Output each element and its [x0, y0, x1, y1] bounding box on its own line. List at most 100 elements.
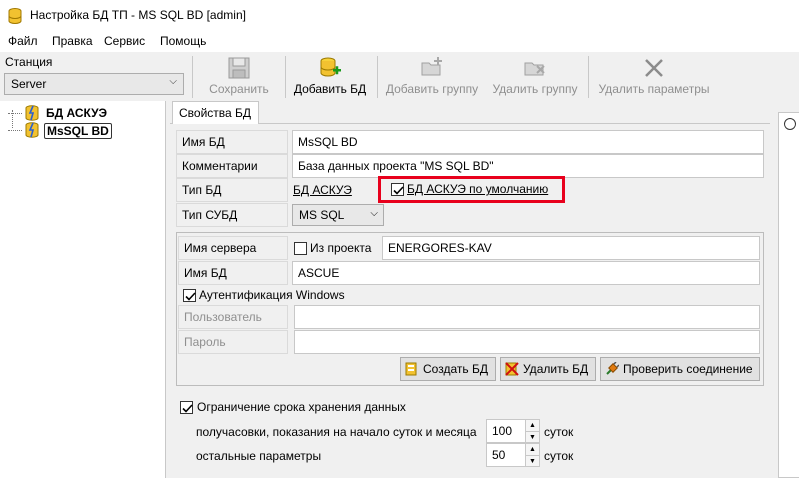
- delete-params-button[interactable]: Удалить параметры: [592, 56, 716, 98]
- retention-row1-label: получасовки, показания на начало суток и…: [196, 425, 477, 439]
- delete-x-icon: [645, 59, 663, 77]
- chevron-down-icon: ⌵: [169, 76, 177, 87]
- toolbar-separator: [377, 56, 378, 98]
- chevron-down-icon: ⌵: [370, 208, 378, 219]
- comment-value: База данных проекта "MS SQL BD": [298, 159, 494, 173]
- right-panel: [778, 112, 799, 478]
- add-group-button[interactable]: Добавить группу: [382, 56, 482, 98]
- add-group-label: Добавить группу: [385, 82, 479, 96]
- add-db-button[interactable]: Добавить БД: [288, 56, 372, 98]
- station-select[interactable]: Server ⌵: [4, 73, 184, 95]
- comment-label-cell: Комментарии: [176, 154, 288, 178]
- delete-folder-icon: [524, 62, 545, 76]
- tree-connector-line: [12, 110, 13, 128]
- windows-auth-label[interactable]: Аутентификация Windows: [199, 288, 345, 302]
- retention-row1-unit: суток: [544, 425, 574, 439]
- password-input[interactable]: [294, 330, 760, 354]
- dbms-type-label: Тип СУБД: [182, 208, 238, 222]
- retention-row2-unit: суток: [544, 449, 574, 463]
- retention-row2-spinner[interactable]: 50 ▲ ▼: [486, 443, 540, 467]
- toolbar-separator: [588, 56, 589, 98]
- toolbar-separator: [285, 56, 286, 98]
- spin-down-icon[interactable]: ▼: [525, 455, 539, 466]
- tab-label: Свойства БД: [179, 106, 252, 120]
- checkmark-icon: [185, 292, 196, 301]
- db-type-label-cell: Тип БД: [176, 178, 288, 202]
- spin-down-icon[interactable]: ▼: [525, 431, 539, 442]
- from-project-label[interactable]: Из проекта: [310, 241, 371, 255]
- server-input[interactable]: ENERGORES-KAV: [382, 236, 760, 260]
- menu-edit[interactable]: Правка: [52, 34, 93, 48]
- spin-up-icon[interactable]: ▲: [525, 420, 539, 431]
- db-type-label: Тип БД: [182, 183, 222, 197]
- tab-db-properties[interactable]: Свойства БД: [172, 101, 259, 124]
- window-title: Настройка БД ТП - MS SQL BD [admin]: [30, 8, 246, 22]
- db-name-label-cell: Имя БД: [176, 130, 288, 154]
- checkmark-icon: [182, 404, 193, 413]
- title-bar: Настройка БД ТП - MS SQL BD [admin]: [0, 0, 799, 32]
- menu-bar: Файл Правка Сервис Помощь: [0, 32, 799, 52]
- database-icon: [25, 122, 39, 138]
- menu-service[interactable]: Сервис: [104, 34, 145, 48]
- retention-label[interactable]: Ограничение срока хранения данных: [197, 400, 406, 414]
- toolbar: Станция Server ⌵ Сохранить Добавить БД Д…: [0, 52, 799, 101]
- create-db-label: Создать БД: [423, 362, 488, 376]
- check-connection-button[interactable]: Проверить соединение: [600, 357, 760, 381]
- conn-db-label-cell: Имя БД: [178, 261, 288, 285]
- db-name-input[interactable]: MsSQL BD: [292, 130, 764, 154]
- retention-row1-spinner[interactable]: 100 ▲ ▼: [486, 419, 540, 443]
- menu-help[interactable]: Помощь: [160, 34, 206, 48]
- user-input[interactable]: [294, 305, 760, 329]
- tree-connector: [8, 130, 22, 131]
- spin-up-icon[interactable]: ▲: [525, 444, 539, 455]
- db-type-link[interactable]: БД АСКУЭ: [293, 183, 352, 197]
- db-tree: БД АСКУЭ MsSQL BD: [0, 101, 166, 478]
- password-label-cell: Пароль: [178, 330, 288, 354]
- tree-connector: [8, 113, 22, 114]
- database-icon: [25, 105, 39, 121]
- db-name-label: Имя БД: [182, 135, 225, 149]
- delete-db-button[interactable]: Удалить БД: [500, 357, 596, 381]
- toolbar-separator: [192, 56, 193, 98]
- plug-icon: [606, 362, 619, 375]
- dbms-type-select[interactable]: MS SQL ⌵: [292, 204, 384, 226]
- dbms-type-value: MS SQL: [299, 208, 345, 222]
- user-label-cell: Пользователь: [178, 305, 288, 329]
- from-project-checkbox[interactable]: [294, 242, 307, 255]
- conn-db-value: ASCUE: [298, 266, 340, 280]
- retention-row2-value: 50: [492, 448, 506, 462]
- server-value: ENERGORES-KAV: [388, 241, 492, 255]
- tree-item-label: БД АСКУЭ: [46, 106, 108, 120]
- station-label: Станция: [5, 55, 53, 69]
- database-app-icon: [8, 8, 22, 24]
- save-icon: [228, 57, 250, 79]
- save-label: Сохранить: [209, 82, 269, 96]
- conn-db-input[interactable]: ASCUE: [292, 261, 760, 285]
- radio-button[interactable]: [784, 118, 796, 130]
- user-label: Пользователь: [184, 310, 262, 324]
- menu-file[interactable]: Файл: [8, 34, 38, 48]
- retention-checkbox[interactable]: [180, 401, 193, 414]
- add-database-icon: [320, 57, 341, 77]
- delete-params-label: Удалить параметры: [598, 82, 710, 96]
- station-value: Server: [11, 77, 47, 91]
- add-folder-icon: [421, 57, 442, 76]
- windows-auth-checkbox[interactable]: [183, 289, 196, 302]
- retention-row2-label: остальные параметры: [196, 449, 322, 463]
- comment-input[interactable]: База данных проекта "MS SQL BD": [292, 154, 764, 178]
- comment-label: Комментарии: [182, 159, 258, 173]
- server-label-cell: Имя сервера: [178, 236, 288, 260]
- db-name-value: MsSQL BD: [298, 135, 358, 149]
- server-label: Имя сервера: [184, 241, 257, 255]
- password-label: Пароль: [184, 335, 226, 349]
- tree-item-label: MsSQL BD: [44, 123, 112, 139]
- create-database-icon: [405, 362, 417, 376]
- check-connection-label: Проверить соединение: [623, 362, 753, 376]
- delete-group-label: Удалить группу: [492, 82, 578, 96]
- conn-db-label: Имя БД: [184, 266, 227, 280]
- create-db-button[interactable]: Создать БД: [400, 357, 496, 381]
- highlight-box: [378, 176, 565, 203]
- delete-group-button[interactable]: Удалить группу: [488, 56, 582, 98]
- delete-database-icon: [505, 362, 519, 376]
- save-button[interactable]: Сохранить: [198, 56, 280, 98]
